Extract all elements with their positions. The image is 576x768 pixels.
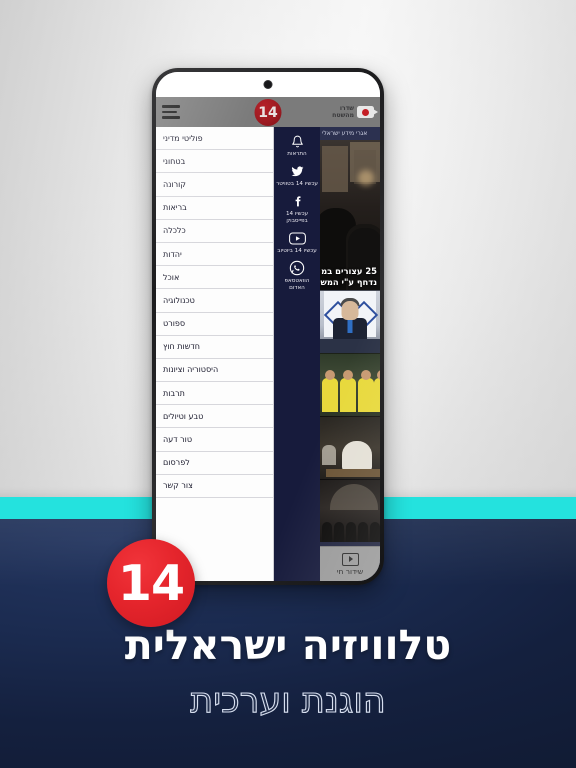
social-item-facebook[interactable]: עכשיו 14 בפייסבוק bbox=[276, 194, 318, 225]
menu-item[interactable]: בטחוני bbox=[156, 150, 273, 174]
whatsapp-icon bbox=[289, 261, 305, 276]
menu-item[interactable]: קורונה bbox=[156, 173, 273, 197]
navigation-menu: פוליטי מדיני בטחוני קורונה בריאות כלכלה … bbox=[156, 127, 274, 581]
menu-item[interactable]: היסטוריה וציונות bbox=[156, 359, 273, 383]
menu-item[interactable]: בריאות bbox=[156, 197, 273, 220]
menu-item[interactable]: פוליטי מדיני bbox=[156, 127, 273, 151]
social-label: התראות bbox=[287, 151, 307, 157]
app-logo-text: 14 bbox=[258, 104, 278, 121]
hero-headline-line1: 25 עצורים במ bbox=[321, 266, 377, 277]
feed-thumbnail[interactable] bbox=[320, 416, 380, 479]
hero-headline-line2: נדחף ע"י המש bbox=[320, 277, 377, 288]
live-tv-icon bbox=[341, 552, 359, 566]
menu-item[interactable]: צור קשר bbox=[156, 475, 273, 498]
social-item-whatsapp[interactable]: הוואטסאפ האדום bbox=[276, 261, 318, 292]
feed-thumbnail[interactable] bbox=[320, 353, 380, 416]
social-item-notifications[interactable]: התראות bbox=[276, 134, 318, 158]
menu-item[interactable]: טור דעה bbox=[156, 428, 273, 452]
broadcast-button[interactable]: שדרו מהשטח bbox=[332, 105, 378, 119]
twitter-icon bbox=[291, 164, 304, 179]
app-header: 14 שדרו מהשטח bbox=[156, 97, 380, 127]
video-camera-icon bbox=[357, 106, 378, 118]
bell-icon bbox=[291, 134, 304, 149]
social-label: עכשיו 14 בפייסבוק bbox=[285, 210, 309, 224]
live-label: שידור חי bbox=[336, 566, 364, 576]
youtube-icon bbox=[288, 231, 306, 246]
menu-item[interactable]: לפרסום bbox=[156, 452, 273, 475]
feed-thumbnail[interactable] bbox=[320, 290, 380, 353]
menu-item[interactable]: חדשות חוץ bbox=[156, 336, 273, 359]
feed-thumbnail[interactable] bbox=[320, 479, 380, 542]
social-rail: התראות עכשיו 14 בטוויטר עכשיו 14 בפייסבו… bbox=[274, 127, 320, 581]
app-logo[interactable]: 14 bbox=[254, 99, 282, 126]
menu-item[interactable]: יהדות bbox=[156, 243, 273, 267]
front-camera-icon bbox=[263, 80, 273, 89]
social-item-youtube[interactable]: עכשיו 14 ביוטיוב bbox=[276, 231, 318, 255]
feed-tagline: אגרי מידע ישראלי bbox=[320, 127, 380, 140]
menu-item[interactable]: אוכל bbox=[156, 266, 273, 290]
menu-item[interactable]: תרבות bbox=[156, 382, 273, 406]
brand-logo-badge: 14 bbox=[107, 539, 195, 627]
social-label: עכשיו 14 ביוטיוב bbox=[277, 247, 317, 254]
broadcast-label: שדרו מהשטח bbox=[332, 105, 354, 119]
app-body: פוליטי מדיני בטחוני קורונה בריאות כלכלה … bbox=[156, 127, 380, 581]
live-broadcast-button[interactable]: שידור חי bbox=[320, 546, 380, 581]
brand-logo-text: 14 bbox=[117, 554, 185, 612]
menu-item[interactable]: ספורט bbox=[156, 313, 273, 336]
menu-item[interactable]: כלכלה bbox=[156, 220, 273, 243]
menu-item[interactable]: טבע וטיולים bbox=[156, 405, 273, 429]
hamburger-icon[interactable] bbox=[162, 105, 180, 119]
banner-subtitle: הוגנת וערכית bbox=[190, 681, 387, 721]
phone-screen: 14 שדרו מהשטח פוליטי מדיני בטחוני קורונה… bbox=[156, 72, 380, 581]
phone-status-bar bbox=[156, 72, 380, 97]
hero-article[interactable]: 25 עצורים במ נדחף ע"י המש bbox=[320, 140, 380, 290]
social-label: עכשיו 14 בטוויטר bbox=[276, 180, 318, 187]
menu-item[interactable]: טכנולוגיה bbox=[156, 289, 273, 313]
broadcast-label-line1: שדרו bbox=[339, 104, 354, 112]
social-label: הוואטסאפ האדום bbox=[284, 277, 310, 291]
social-item-twitter[interactable]: עכשיו 14 בטוויטר bbox=[276, 164, 318, 188]
phone-mockup: 14 שדרו מהשטח פוליטי מדיני בטחוני קורונה… bbox=[152, 68, 384, 585]
banner-title: טלוויזיה ישראלית bbox=[124, 621, 452, 669]
facebook-icon bbox=[291, 194, 304, 209]
screenshot-stage: 14 טלוויזיה ישראלית הוגנת וערכית 14 שדרו… bbox=[0, 0, 576, 768]
news-feed: אגרי מידע ישראלי 25 עצורים במ נדחף ע"י ה… bbox=[320, 127, 380, 581]
hero-headline: 25 עצורים במ נדחף ע"י המש bbox=[320, 266, 380, 288]
broadcast-label-line2: מהשטח bbox=[332, 112, 354, 119]
